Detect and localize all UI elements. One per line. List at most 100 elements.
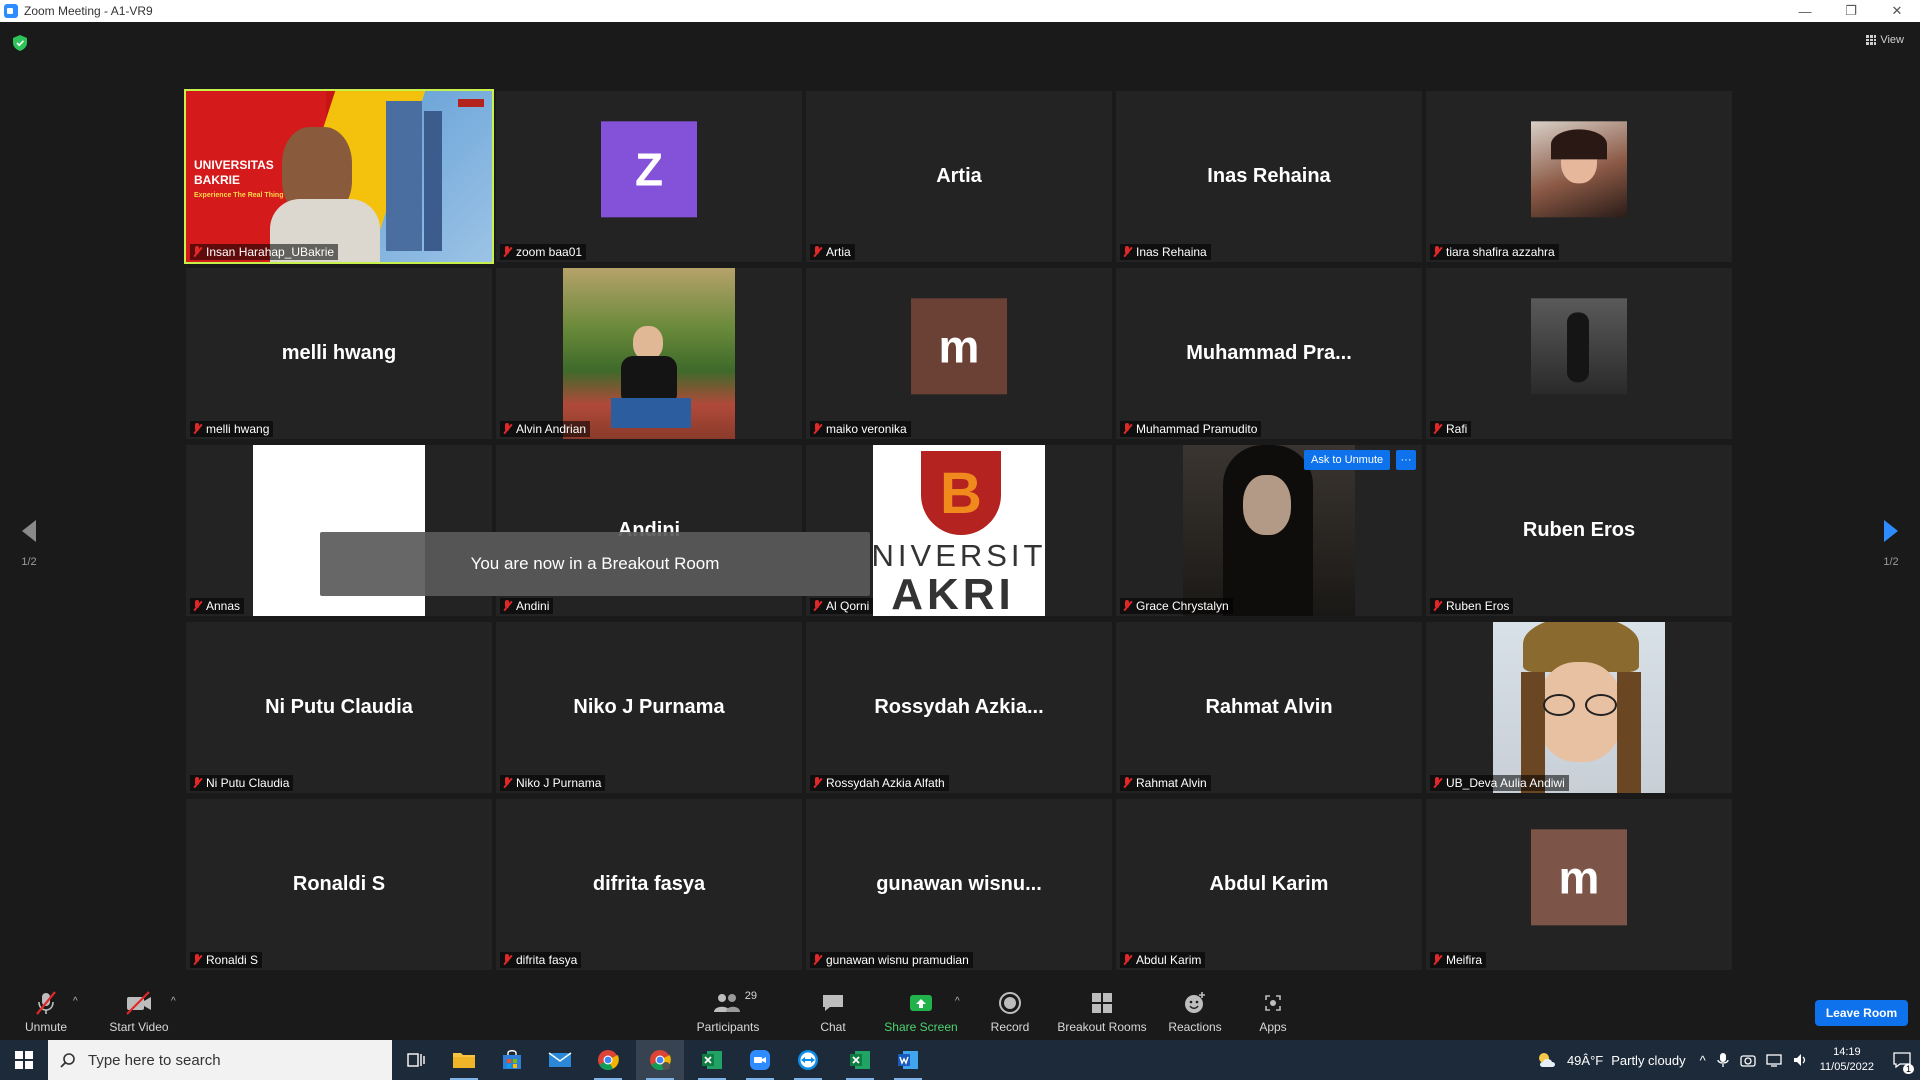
participant-display-name: melli hwang bbox=[281, 342, 397, 364]
task-view-button[interactable] bbox=[392, 1040, 440, 1080]
participant-tile[interactable]: melli hwang melli hwang bbox=[186, 268, 492, 439]
unmute-button[interactable]: Unmute bbox=[16, 982, 76, 1040]
participant-profile-photo bbox=[1531, 120, 1627, 217]
participant-tile[interactable]: Abdul Karim Abdul Karim bbox=[1116, 799, 1422, 970]
share-options-caret-icon[interactable]: ^ bbox=[955, 996, 960, 1007]
participant-display-name: Rahmat Alvin bbox=[1205, 696, 1333, 718]
logo-letter: B bbox=[921, 451, 1001, 535]
participant-tile[interactable]: Muhammad Pra... Muhammad Pramudito bbox=[1116, 268, 1422, 439]
clock-date: 11/05/2022 bbox=[1819, 1061, 1874, 1073]
participant-name: Niko J Purnama bbox=[516, 776, 602, 790]
mail-button[interactable] bbox=[536, 1040, 584, 1080]
mic-muted-icon bbox=[1122, 422, 1133, 436]
participant-name: Annas bbox=[206, 599, 241, 613]
participant-name-label: Rossydah Azkia Alfath bbox=[810, 775, 949, 791]
mail-icon bbox=[548, 1052, 572, 1067]
restore-button[interactable]: ❐ bbox=[1828, 0, 1874, 22]
participant-video bbox=[1493, 622, 1665, 793]
mic-muted-icon bbox=[502, 245, 513, 259]
leave-room-button[interactable]: Leave Room bbox=[1815, 1000, 1908, 1026]
ask-to-unmute-button[interactable]: Ask to Unmute bbox=[1304, 450, 1391, 470]
record-icon bbox=[999, 992, 1021, 1014]
participant-tile[interactable]: Rossydah Azkia... Rossydah Azkia Alfath bbox=[806, 622, 1112, 793]
participant-tile[interactable]: Ruben Eros Ruben Eros bbox=[1426, 445, 1732, 616]
camera-tray-icon[interactable] bbox=[1740, 1052, 1756, 1068]
participant-name: Ronaldi S bbox=[206, 953, 259, 967]
next-page-arrow-icon[interactable] bbox=[1876, 516, 1906, 546]
microphone-tray-icon[interactable] bbox=[1716, 1052, 1730, 1068]
participant-name-label: melli hwang bbox=[190, 421, 274, 437]
participant-name: gunawan wisnu pramudian bbox=[826, 953, 969, 967]
taskbar-clock[interactable]: 14:19 11/05/2022 bbox=[1820, 1045, 1874, 1075]
participant-name: Inas Rehaina bbox=[1136, 245, 1207, 259]
participant-tile[interactable]: Rahmat Alvin Rahmat Alvin bbox=[1116, 622, 1422, 793]
participant-tile[interactable]: Inas Rehaina Inas Rehaina bbox=[1116, 91, 1422, 262]
participant-tile[interactable]: Rafi bbox=[1426, 268, 1732, 439]
close-button[interactable]: ✕ bbox=[1874, 0, 1920, 22]
show-hidden-icons-chevron-icon[interactable]: ^ bbox=[1700, 1053, 1706, 1068]
word-button[interactable] bbox=[884, 1040, 932, 1080]
window-title: Zoom Meeting - A1-VR9 bbox=[24, 4, 153, 18]
participant-tile[interactable]: Ni Putu Claudia Ni Putu Claudia bbox=[186, 622, 492, 793]
participant-name: Abdul Karim bbox=[1136, 953, 1202, 967]
participant-tile[interactable]: difrita fasya difrita fasya bbox=[496, 799, 802, 970]
participant-display-name: Niko J Purnama bbox=[573, 696, 725, 718]
participant-tile[interactable]: Zzoom baa01 bbox=[496, 91, 802, 262]
security-shield-icon[interactable] bbox=[13, 35, 27, 51]
audio-options-caret-icon[interactable]: ^ bbox=[73, 996, 78, 1007]
participant-tile[interactable]: Alvin Andrian bbox=[496, 268, 802, 439]
gallery-grid: UNIVERSITAS BAKRIE Experience The Real T… bbox=[184, 89, 1734, 971]
participant-display-name: Ronaldi S bbox=[292, 873, 386, 895]
mic-muted-icon bbox=[192, 776, 203, 790]
mic-muted-icon bbox=[1432, 422, 1443, 436]
store-button[interactable] bbox=[488, 1040, 536, 1080]
university-logo-icon bbox=[458, 99, 484, 107]
volume-icon[interactable] bbox=[1792, 1052, 1808, 1068]
participant-tile[interactable]: Ronaldi S Ronaldi S bbox=[186, 799, 492, 970]
mic-muted-icon bbox=[192, 422, 203, 436]
reactions-button[interactable]: Reactions bbox=[1160, 982, 1230, 1040]
excel-button[interactable] bbox=[688, 1040, 736, 1080]
network-icon[interactable] bbox=[1766, 1052, 1782, 1068]
participants-button[interactable]: 29 Participants bbox=[690, 982, 766, 1040]
chrome-profile-button[interactable] bbox=[636, 1040, 684, 1080]
start-video-button[interactable]: Start Video bbox=[104, 982, 174, 1040]
previous-page-arrow-icon[interactable] bbox=[14, 516, 44, 546]
file-explorer-button[interactable] bbox=[440, 1040, 488, 1080]
participant-tile[interactable]: Niko J Purnama Niko J Purnama bbox=[496, 622, 802, 793]
more-options-button[interactable]: ··· bbox=[1396, 450, 1416, 470]
zoom-button[interactable] bbox=[736, 1040, 784, 1080]
chrome-button[interactable] bbox=[584, 1040, 632, 1080]
apps-button[interactable]: Apps bbox=[1250, 982, 1296, 1040]
video-options-caret-icon[interactable]: ^ bbox=[171, 996, 176, 1007]
chat-button[interactable]: Chat bbox=[808, 982, 858, 1040]
participant-name-label: Andini bbox=[500, 598, 554, 614]
mic-muted-icon bbox=[1432, 599, 1443, 613]
excel-second-button[interactable] bbox=[836, 1040, 884, 1080]
participant-tile[interactable]: UNIVERSITAS BAKRIE Experience The Real T… bbox=[184, 89, 494, 264]
participant-name-label: Ni Putu Claudia bbox=[190, 775, 294, 791]
participant-tile[interactable]: m maiko veronika bbox=[806, 268, 1112, 439]
participant-tile[interactable]: Artia Artia bbox=[806, 91, 1112, 262]
participant-tile[interactable]: UB_Deva Aulia Andiwi bbox=[1426, 622, 1732, 793]
participant-tile[interactable]: tiara shafira azzahra bbox=[1426, 91, 1732, 262]
participant-display-name: Inas Rehaina bbox=[1207, 165, 1331, 187]
participant-tile[interactable]: gunawan wisnu... gunawan wisnu pramudian bbox=[806, 799, 1112, 970]
share-screen-button[interactable]: Share Screen bbox=[880, 982, 962, 1040]
participant-tile[interactable]: m Meifira bbox=[1426, 799, 1732, 970]
mic-muted-icon bbox=[812, 776, 823, 790]
participant-tile[interactable]: Grace Chrystalyn bbox=[1116, 445, 1422, 616]
breakout-rooms-button[interactable]: Breakout Rooms bbox=[1055, 982, 1149, 1040]
participant-name: Andini bbox=[516, 599, 550, 613]
participant-name-label: Meifira bbox=[1430, 952, 1487, 968]
notification-center-button[interactable]: 1 bbox=[1884, 1040, 1920, 1080]
teamviewer-button[interactable] bbox=[784, 1040, 832, 1080]
minimize-button[interactable]: — bbox=[1782, 0, 1828, 22]
video-off-icon bbox=[126, 991, 151, 1015]
start-button[interactable] bbox=[0, 1040, 48, 1080]
system-tray: 49Â°F Partly cloudy ^ 14:19 11/05/2022 1 bbox=[1535, 1040, 1920, 1080]
participant-video: UNIVERSITAS BAKRIE Experience The Real T… bbox=[186, 91, 492, 262]
record-button[interactable]: Record bbox=[980, 982, 1040, 1040]
view-button[interactable]: View bbox=[1866, 34, 1904, 46]
taskbar-search-box[interactable]: Type here to search bbox=[48, 1040, 392, 1080]
